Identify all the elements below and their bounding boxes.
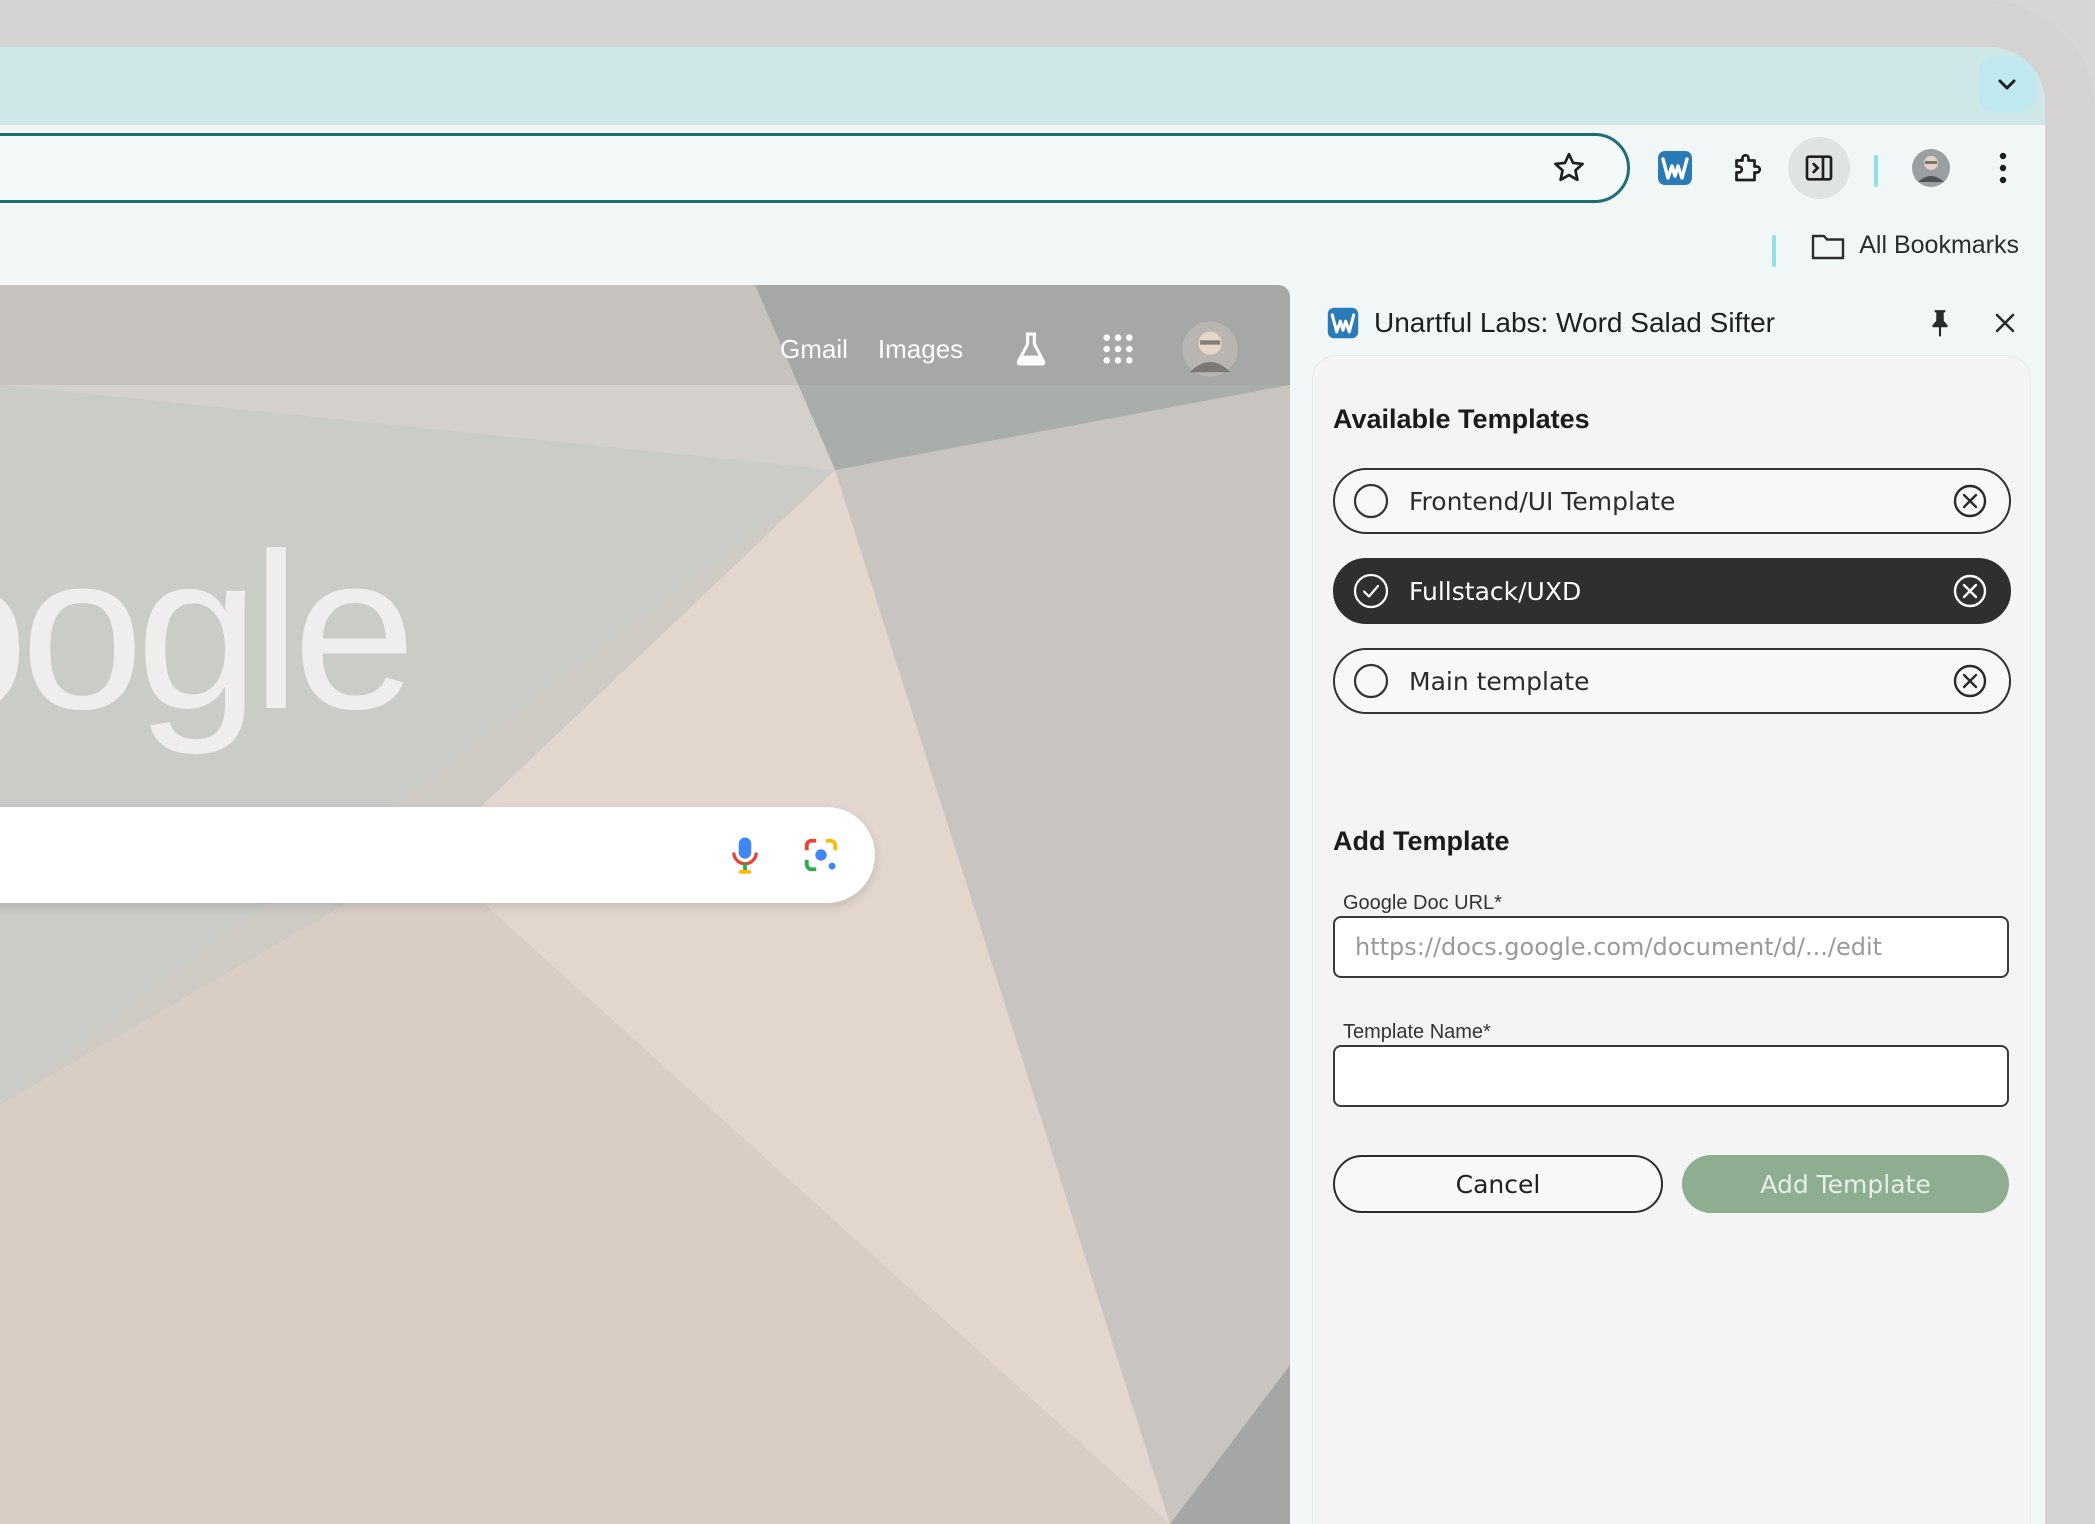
side-panel-header: Unartful Labs: Word Salad Sifter bbox=[1326, 299, 2025, 347]
web-page: Gmail Images oogle bbox=[0, 285, 1290, 1524]
radio-unchecked-icon[interactable] bbox=[1353, 483, 1389, 519]
gmail-link[interactable]: Gmail bbox=[780, 334, 848, 365]
word-salad-extension-icon bbox=[1658, 151, 1692, 185]
labs-flask-icon[interactable] bbox=[1011, 329, 1051, 369]
template-label: Fullstack/UXD bbox=[1409, 576, 1582, 606]
page-background bbox=[0, 285, 1290, 1524]
address-bar[interactable] bbox=[0, 133, 1630, 203]
pin-icon[interactable] bbox=[1927, 308, 1953, 338]
star-icon[interactable] bbox=[1551, 150, 1587, 186]
add-template-button[interactable]: Add Template bbox=[1682, 1155, 2009, 1213]
cancel-button[interactable]: Cancel bbox=[1333, 1155, 1663, 1213]
toolbar-divider bbox=[1874, 155, 1878, 187]
puzzle-icon bbox=[1735, 153, 1762, 182]
mic-icon[interactable] bbox=[730, 835, 760, 875]
toolbar bbox=[0, 125, 2045, 215]
remove-circle-icon[interactable] bbox=[1953, 484, 1987, 518]
side-panel: Unartful Labs: Word Salad Sifter Availab… bbox=[1292, 285, 2045, 1524]
folder-icon bbox=[1812, 234, 1845, 259]
doc-url-field[interactable] bbox=[1333, 916, 2009, 978]
template-item[interactable]: Frontend/UI Template bbox=[1333, 468, 2011, 534]
extensions-button[interactable] bbox=[1716, 137, 1778, 199]
extension-panel-content: Available Templates Frontend/UI Template… bbox=[1312, 355, 2031, 1524]
menu-button[interactable] bbox=[1972, 137, 2034, 199]
bookmarks-bar: All Bookmarks bbox=[0, 215, 2045, 289]
google-account-avatar[interactable] bbox=[1181, 320, 1239, 378]
close-icon[interactable] bbox=[1993, 311, 2017, 335]
all-bookmarks-button[interactable]: All Bookmarks bbox=[1811, 231, 2019, 260]
template-name-label: Template Name* bbox=[1343, 1021, 1491, 1043]
apps-grid-icon[interactable] bbox=[1101, 332, 1135, 366]
all-bookmarks-label: All Bookmarks bbox=[1859, 231, 2019, 259]
remove-circle-icon[interactable] bbox=[1953, 664, 1987, 698]
lens-icon[interactable] bbox=[802, 836, 840, 874]
side-panel-title: Unartful Labs: Word Salad Sifter bbox=[1374, 307, 1776, 338]
template-label: Main template bbox=[1409, 666, 1590, 696]
doc-url-label: Google Doc URL* bbox=[1343, 892, 1502, 914]
kebab-menu-icon bbox=[1999, 152, 2007, 184]
tab-search-button[interactable] bbox=[1979, 56, 2035, 112]
google-search-box[interactable] bbox=[0, 807, 875, 903]
avatar bbox=[1912, 149, 1950, 187]
available-templates-heading: Available Templates bbox=[1333, 404, 1590, 434]
tab-strip bbox=[0, 47, 2045, 125]
template-name-field[interactable] bbox=[1333, 1045, 2009, 1107]
images-link[interactable]: Images bbox=[878, 334, 963, 365]
template-item-selected[interactable]: Fullstack/UXD bbox=[1333, 558, 2011, 624]
radio-checked-icon[interactable] bbox=[1353, 573, 1389, 609]
bookmarks-divider bbox=[1772, 235, 1776, 267]
chevron-down-icon bbox=[1998, 79, 2016, 90]
remove-circle-icon[interactable] bbox=[1953, 574, 1987, 608]
google-top-links: Gmail Images bbox=[780, 320, 1239, 378]
radio-unchecked-icon[interactable] bbox=[1353, 663, 1389, 699]
template-item[interactable]: Main template bbox=[1333, 648, 2011, 714]
google-logo: oogle bbox=[0, 508, 416, 756]
word-salad-extension-icon bbox=[1327, 307, 1359, 339]
side-panel-button[interactable] bbox=[1788, 137, 1850, 199]
add-template-heading: Add Template bbox=[1333, 826, 1510, 856]
word-salad-extension-button[interactable] bbox=[1644, 137, 1706, 199]
profile-button[interactable] bbox=[1900, 137, 1962, 199]
side-panel-icon bbox=[1805, 155, 1833, 181]
template-label: Frontend/UI Template bbox=[1409, 486, 1676, 516]
browser-window: All Bookmarks Gmail Images ogle Unartful… bbox=[0, 47, 2045, 1524]
